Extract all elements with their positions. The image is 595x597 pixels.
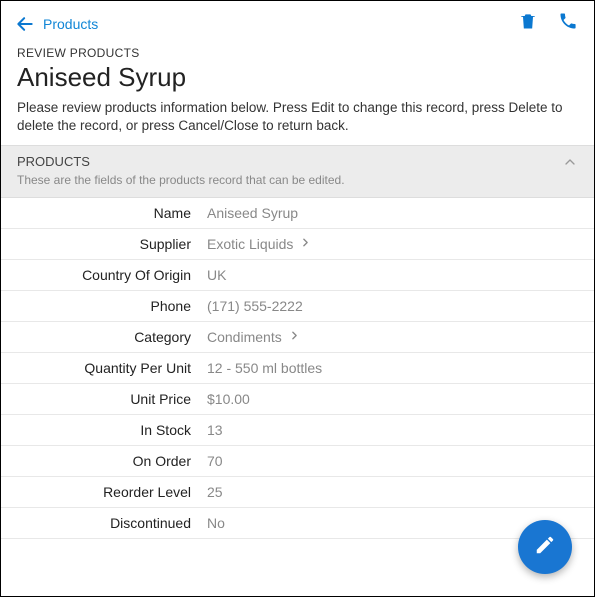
chevron-up-icon [562, 154, 578, 175]
edit-button[interactable] [518, 520, 572, 574]
back-arrow-icon[interactable] [15, 14, 35, 34]
field-row-discontinued: Discontinued No [1, 508, 594, 539]
field-value: 13 [207, 422, 223, 438]
pencil-icon [534, 534, 556, 561]
field-label: Quantity Per Unit [17, 360, 207, 376]
field-label: In Stock [17, 422, 207, 438]
field-row-on-order: On Order 70 [1, 446, 594, 477]
field-row-reorder-level: Reorder Level 25 [1, 477, 594, 508]
field-value: 12 - 550 ml bottles [207, 360, 322, 376]
field-label: Phone [17, 298, 207, 314]
field-row-category: Category Condiments [1, 322, 594, 353]
field-row-name: Name Aniseed Syrup [1, 198, 594, 229]
field-label: Unit Price [17, 391, 207, 407]
back-link[interactable]: Products [43, 16, 98, 32]
field-row-unit-price: Unit Price $10.00 [1, 384, 594, 415]
field-value: (171) 555-2222 [207, 298, 303, 314]
field-row-qty-per-unit: Quantity Per Unit 12 - 550 ml bottles [1, 353, 594, 384]
field-label: Supplier [17, 236, 207, 252]
field-label: Category [17, 329, 207, 345]
chevron-right-icon [288, 329, 301, 345]
review-label: REVIEW PRODUCTS [17, 46, 578, 60]
section-header[interactable]: PRODUCTS These are the fields of the pro… [1, 145, 594, 198]
field-value-link[interactable]: Exotic Liquids [207, 236, 312, 252]
field-row-phone: Phone (171) 555-2222 [1, 291, 594, 322]
field-value: UK [207, 267, 226, 283]
phone-icon[interactable] [558, 11, 578, 36]
field-label: Name [17, 205, 207, 221]
field-label: Discontinued [17, 515, 207, 531]
page-header: REVIEW PRODUCTS Aniseed Syrup Please rev… [1, 46, 594, 145]
field-label: Country Of Origin [17, 267, 207, 283]
field-value-link[interactable]: Condiments [207, 329, 301, 345]
top-bar: Products [1, 1, 594, 46]
field-value: 70 [207, 453, 223, 469]
trash-icon[interactable] [518, 11, 538, 36]
fields-list: Name Aniseed Syrup Supplier Exotic Liqui… [1, 198, 594, 539]
field-row-country: Country Of Origin UK [1, 260, 594, 291]
field-value-text: Exotic Liquids [207, 236, 293, 252]
field-value: $10.00 [207, 391, 250, 407]
field-row-supplier: Supplier Exotic Liquids [1, 229, 594, 260]
page-description: Please review products information below… [17, 99, 578, 135]
field-row-in-stock: In Stock 13 [1, 415, 594, 446]
field-value: 25 [207, 484, 223, 500]
section-title: PRODUCTS [17, 154, 562, 169]
page-title: Aniseed Syrup [17, 62, 578, 93]
section-subtitle: These are the fields of the products rec… [17, 173, 562, 187]
chevron-right-icon [299, 236, 312, 252]
field-label: On Order [17, 453, 207, 469]
field-value: Aniseed Syrup [207, 205, 298, 221]
field-value: No [207, 515, 225, 531]
field-label: Reorder Level [17, 484, 207, 500]
field-value-text: Condiments [207, 329, 282, 345]
